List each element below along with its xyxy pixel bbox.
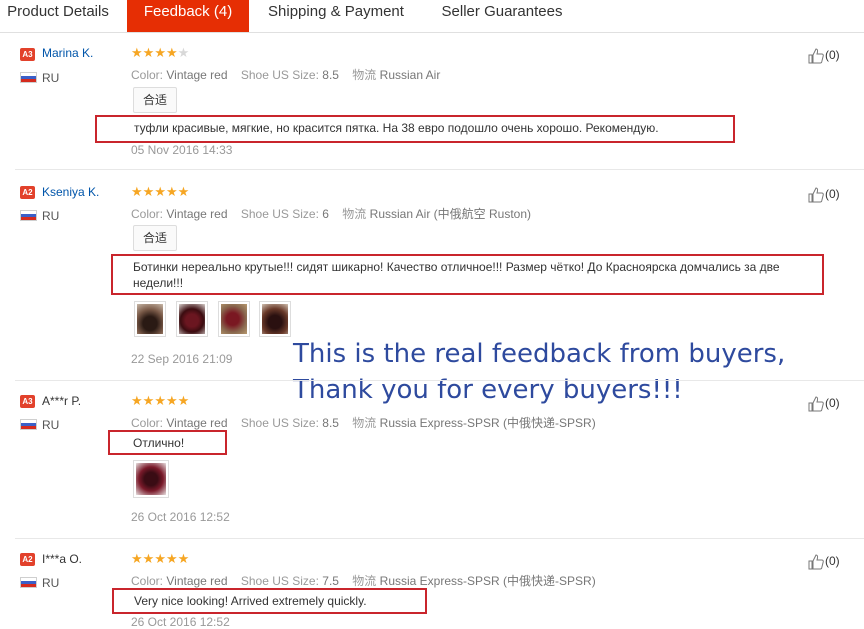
order-attributes: Color: Vintage red Shoe US Size: 7.5 物流 … bbox=[131, 574, 596, 588]
star-icon: ★ bbox=[142, 45, 155, 60]
russia-flag-icon bbox=[20, 577, 37, 588]
rating-stars: ★★★★★ bbox=[131, 185, 189, 198]
feedback-text-line: недели!!! bbox=[133, 276, 184, 290]
star-empty-icon: ★ bbox=[177, 45, 190, 60]
review-date: 22 Sep 2016 21:09 bbox=[131, 352, 233, 366]
buyer-country: RU bbox=[42, 576, 60, 590]
review-photo[interactable] bbox=[176, 301, 208, 337]
review-photo[interactable] bbox=[259, 301, 291, 337]
buyer-country: RU bbox=[42, 71, 60, 85]
buyer-name[interactable]: Kseniya K. bbox=[42, 185, 99, 199]
buyer-name[interactable]: A***r P. bbox=[42, 394, 81, 408]
feedback-text-box: Отлично! bbox=[108, 430, 227, 455]
order-attributes: Color: Vintage red Shoe US Size: 8.5 物流 … bbox=[131, 416, 596, 430]
rating-stars: ★★★★★ bbox=[131, 46, 189, 59]
star-icon: ★ bbox=[154, 184, 166, 199]
star-icon: ★ bbox=[165, 45, 178, 60]
thumbs-up-icon bbox=[808, 396, 824, 412]
divider bbox=[15, 538, 864, 539]
feedback-text-box: Ботинки нереально крутые!!! сидят шикарн… bbox=[111, 254, 824, 295]
overlay-message-line-2: Thank you for every buyers!!! bbox=[293, 375, 683, 405]
star-icon: ★ bbox=[154, 45, 166, 60]
fit-tag: 合适 bbox=[133, 87, 178, 113]
divider bbox=[15, 380, 864, 381]
feedback-text: туфли красивые, мягкие, но красится пятк… bbox=[134, 121, 659, 135]
buyer-level-badge: A2 bbox=[20, 186, 35, 199]
buyer-level-badge: A2 bbox=[20, 553, 35, 566]
tab-feedback[interactable]: Feedback (4) bbox=[127, 0, 249, 32]
star-icon: ★ bbox=[177, 393, 190, 408]
tab-shipping-payment[interactable]: Shipping & Payment bbox=[256, 0, 416, 32]
feedback-text-box: Very nice looking! Arrived extremely qui… bbox=[112, 588, 427, 614]
review-photo[interactable] bbox=[134, 301, 166, 337]
buyer-name[interactable]: Marina K. bbox=[42, 46, 93, 60]
divider bbox=[15, 169, 864, 170]
buyer-country: RU bbox=[42, 418, 60, 432]
star-icon: ★ bbox=[142, 551, 155, 566]
helpful-button[interactable]: (0) bbox=[808, 554, 840, 570]
star-icon: ★ bbox=[177, 551, 190, 566]
russia-flag-icon bbox=[20, 72, 37, 83]
review-photo[interactable] bbox=[133, 460, 169, 498]
tab-bar: Product Details Feedback (4) Shipping & … bbox=[0, 0, 864, 33]
buyer-name[interactable]: I***a O. bbox=[42, 552, 82, 566]
russia-flag-icon bbox=[20, 419, 37, 430]
order-attributes: Color: Vintage red Shoe US Size: 6 物流 Ru… bbox=[131, 207, 532, 221]
thumbs-up-icon bbox=[808, 48, 824, 64]
fit-tag: 合适 bbox=[133, 225, 178, 251]
star-icon: ★ bbox=[131, 393, 143, 408]
helpful-button[interactable]: (0) bbox=[808, 187, 840, 203]
feedback-text: Very nice looking! Arrived extremely qui… bbox=[134, 594, 367, 608]
order-attributes: Color: Vintage red Shoe US Size: 8.5 物流 … bbox=[131, 68, 441, 82]
star-icon: ★ bbox=[165, 184, 178, 199]
star-icon: ★ bbox=[142, 184, 155, 199]
star-icon: ★ bbox=[165, 551, 178, 566]
buyer-country: RU bbox=[42, 209, 60, 223]
star-icon: ★ bbox=[131, 184, 143, 199]
helpful-button[interactable]: (0) bbox=[808, 396, 840, 412]
helpful-button[interactable]: (0) bbox=[808, 48, 840, 64]
review-date: 05 Nov 2016 14:33 bbox=[131, 143, 233, 157]
thumbs-up-icon bbox=[808, 187, 824, 203]
feedback-text: Отлично! bbox=[133, 436, 185, 450]
star-icon: ★ bbox=[154, 393, 166, 408]
rating-stars: ★★★★★ bbox=[131, 552, 189, 565]
tab-product-details[interactable]: Product Details bbox=[0, 0, 116, 32]
review-photo[interactable] bbox=[218, 301, 250, 337]
star-icon: ★ bbox=[131, 551, 143, 566]
tab-seller-guarantees[interactable]: Seller Guarantees bbox=[430, 0, 574, 32]
rating-stars: ★★★★★ bbox=[131, 394, 189, 407]
review-date: 26 Oct 2016 12:52 bbox=[131, 615, 230, 629]
thumbs-up-icon bbox=[808, 554, 824, 570]
buyer-level-badge: A3 bbox=[20, 48, 35, 61]
feedback-text-line: Ботинки нереально крутые!!! сидят шикарн… bbox=[133, 260, 780, 274]
star-icon: ★ bbox=[177, 184, 190, 199]
russia-flag-icon bbox=[20, 210, 37, 221]
buyer-level-badge: A3 bbox=[20, 395, 35, 408]
star-icon: ★ bbox=[142, 393, 155, 408]
review-date: 26 Oct 2016 12:52 bbox=[131, 510, 230, 524]
overlay-message-line-1: This is the real feedback from buyers, bbox=[293, 339, 786, 369]
star-icon: ★ bbox=[165, 393, 178, 408]
feedback-text-box: туфли красивые, мягкие, но красится пятк… bbox=[95, 115, 735, 143]
star-icon: ★ bbox=[131, 45, 143, 60]
star-icon: ★ bbox=[154, 551, 166, 566]
